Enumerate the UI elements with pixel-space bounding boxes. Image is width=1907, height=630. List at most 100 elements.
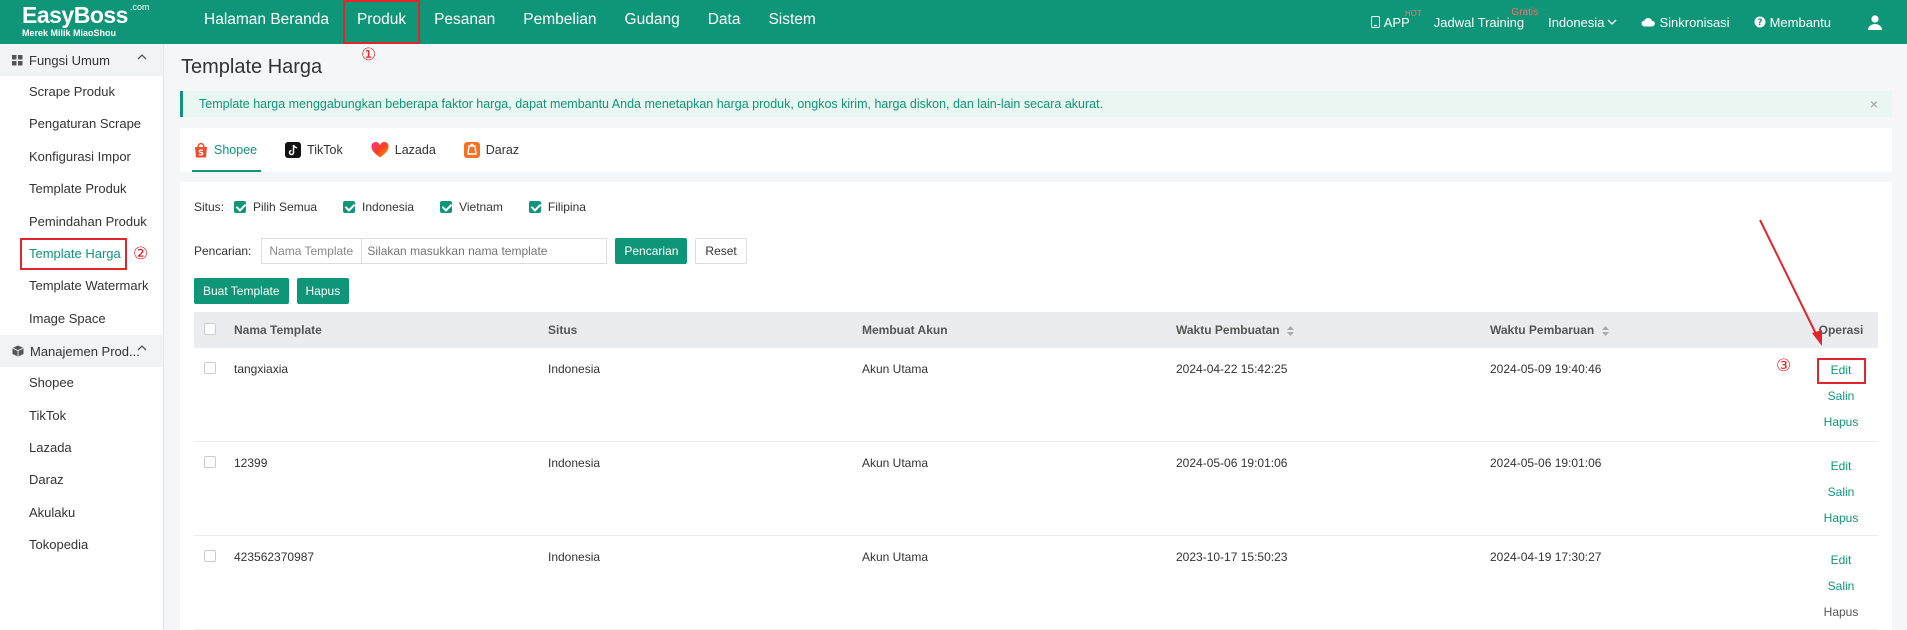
top-right-tools: APP HOT Jadwal Training Gratis Indonesia… xyxy=(1359,0,1907,44)
delete-selected-button[interactable]: Hapus xyxy=(296,278,350,304)
header-waktu-pembuatan[interactable]: Waktu Pembuatan xyxy=(1176,323,1490,337)
user-menu[interactable] xyxy=(1843,14,1907,30)
reset-button[interactable]: Reset xyxy=(695,238,747,264)
country-select[interactable]: Indonesia xyxy=(1536,15,1629,30)
sidebar-item-tiktok[interactable]: TikTok xyxy=(0,400,163,432)
help-button[interactable]: ? Membantu xyxy=(1742,15,1843,30)
sidebar-group-fungsi-umum[interactable]: Fungsi Umum xyxy=(0,44,163,76)
site-option-vietnam[interactable]: Vietnam xyxy=(440,200,503,214)
sidebar-item-lazada[interactable]: Lazada xyxy=(0,432,163,464)
tiktok-icon xyxy=(285,142,302,158)
delete-button[interactable]: Hapus xyxy=(1824,508,1859,534)
row-checkbox[interactable] xyxy=(204,362,216,374)
search-button[interactable]: Pencarian xyxy=(615,238,688,264)
tab-shopee[interactable]: S Shopee xyxy=(180,128,271,172)
sidebar-group-label: Fungsi Umum xyxy=(29,52,110,68)
sidebar-item-template-produk[interactable]: Template Produk xyxy=(0,173,163,205)
nav-produk[interactable]: Produk xyxy=(342,0,421,44)
logo[interactable]: EasyBoss .com Merek Milik MiaoShou xyxy=(22,2,150,42)
question-icon: ? xyxy=(1754,16,1766,28)
sidebar-item-tokopedia[interactable]: Tokopedia xyxy=(0,529,163,561)
tab-label: Shopee xyxy=(214,143,258,157)
step-marker-3: ③ xyxy=(1776,356,1792,376)
template-table: Nama Template Situs Membuat Akun Waktu P… xyxy=(194,312,1878,630)
sidebar-item-template-watermark[interactable]: Template Watermark xyxy=(0,270,163,302)
nav-sistem[interactable]: Sistem xyxy=(754,0,829,44)
header-situs: Situs xyxy=(548,323,578,337)
training-link[interactable]: Jadwal Training Gratis xyxy=(1422,7,1538,30)
search-field-select[interactable]: Nama Template xyxy=(261,238,362,264)
create-template-button[interactable]: Buat Template xyxy=(194,278,289,304)
edit-button[interactable]: Edit xyxy=(1831,550,1852,576)
cell-name: 423562370987 xyxy=(234,550,315,564)
tab-label: TikTok xyxy=(307,143,343,157)
cell-updated: 2024-05-09 19:40:46 xyxy=(1490,362,1602,376)
header-membuat-akun: Membuat Akun xyxy=(862,323,948,337)
header-operasi: Operasi xyxy=(1818,323,1864,337)
main-nav: Halaman Beranda Produk Pesanan Pembelian… xyxy=(190,0,830,44)
checkbox[interactable] xyxy=(528,201,541,213)
cell-site: Indonesia xyxy=(548,362,601,376)
tab-label: Daraz xyxy=(485,143,520,157)
sidebar-item-scrape-produk[interactable]: Scrape Produk xyxy=(0,76,163,108)
sidebar-group-manajemen-produk[interactable]: Manajemen Prod... xyxy=(0,335,163,368)
row-checkbox[interactable] xyxy=(204,550,216,562)
tab-tiktok[interactable]: TikTok xyxy=(271,128,357,172)
sidebar-item-pemindahan-produk[interactable]: Pemindahan Produk xyxy=(0,206,163,238)
country-label: Indonesia xyxy=(1548,14,1605,30)
nav-data[interactable]: Data xyxy=(694,0,755,44)
sidebar-item-daraz[interactable]: Daraz xyxy=(0,464,163,496)
step-marker-2: ② xyxy=(133,244,149,264)
site-option-filipina[interactable]: Filipina xyxy=(528,200,586,214)
copy-button[interactable]: Salin xyxy=(1828,386,1855,412)
copy-button[interactable]: Salin xyxy=(1828,482,1855,508)
sort-icon xyxy=(1286,325,1294,336)
site-option-pilih-semua[interactable]: Pilih Semua xyxy=(234,200,317,214)
sidebar-item-akulaku[interactable]: Akulaku xyxy=(0,497,163,529)
phone-icon xyxy=(1370,16,1380,28)
nav-halaman-beranda[interactable]: Halaman Beranda xyxy=(190,0,343,44)
highlight-box xyxy=(20,237,127,270)
edit-button[interactable]: Edit xyxy=(1816,358,1866,384)
platform-tabs: S Shopee TikTok Lazada Daraz xyxy=(180,128,1892,172)
sync-button[interactable]: Sinkronisasi xyxy=(1629,15,1741,30)
alert-text: Template harga menggabungkan beberapa fa… xyxy=(199,97,1104,111)
header-label: Waktu Pembuatan xyxy=(1176,323,1280,337)
cell-created: 2024-04-22 15:42:25 xyxy=(1176,362,1288,376)
search-row: Pencarian: Nama Template Pencarian Reset xyxy=(194,238,747,264)
row-checkbox[interactable] xyxy=(204,456,216,468)
user-icon xyxy=(1868,15,1882,30)
nav-pembelian[interactable]: Pembelian xyxy=(509,0,610,44)
close-icon[interactable]: × xyxy=(1870,91,1878,117)
checkbox[interactable] xyxy=(440,201,453,213)
app-link[interactable]: APP HOT xyxy=(1359,9,1422,30)
site-option-indonesia[interactable]: Indonesia xyxy=(343,200,414,214)
sidebar-item-image-space[interactable]: Image Space xyxy=(0,303,163,335)
delete-button[interactable]: Hapus xyxy=(1824,602,1859,628)
search-input[interactable] xyxy=(361,238,608,264)
copy-button[interactable]: Salin xyxy=(1828,576,1855,602)
nav-pesanan[interactable]: Pesanan xyxy=(420,0,509,44)
daraz-icon xyxy=(463,142,480,158)
checkbox[interactable] xyxy=(343,201,356,213)
sidebar-item-pengaturan-scrape[interactable]: Pengaturan Scrape xyxy=(0,108,163,140)
checkbox[interactable] xyxy=(234,201,247,213)
app-hot-badge: HOT xyxy=(1404,8,1422,18)
sidebar-item-konfigurasi-impor[interactable]: Konfigurasi Impor xyxy=(0,141,163,173)
tab-lazada[interactable]: Lazada xyxy=(357,128,450,172)
site-option-label: Vietnam xyxy=(459,200,503,214)
header-waktu-pembaruan[interactable]: Waktu Pembaruan xyxy=(1490,323,1804,337)
logo-com: .com xyxy=(130,2,150,12)
site-filter-label: Situs: xyxy=(194,200,225,214)
edit-button[interactable]: Edit xyxy=(1831,456,1852,482)
help-label: Membantu xyxy=(1769,14,1831,30)
logo-subtitle: Merek Milik MiaoShou xyxy=(22,28,117,38)
cell-site: Indonesia xyxy=(548,550,601,564)
tab-daraz[interactable]: Daraz xyxy=(450,128,533,172)
sidebar-item-shopee[interactable]: Shopee xyxy=(0,367,163,399)
select-all-checkbox[interactable] xyxy=(204,322,216,335)
nav-gudang[interactable]: Gudang xyxy=(611,0,694,44)
logo-brand: EasyBoss xyxy=(22,2,128,28)
delete-button[interactable]: Hapus xyxy=(1824,412,1859,438)
chevron-up-icon xyxy=(137,54,147,60)
